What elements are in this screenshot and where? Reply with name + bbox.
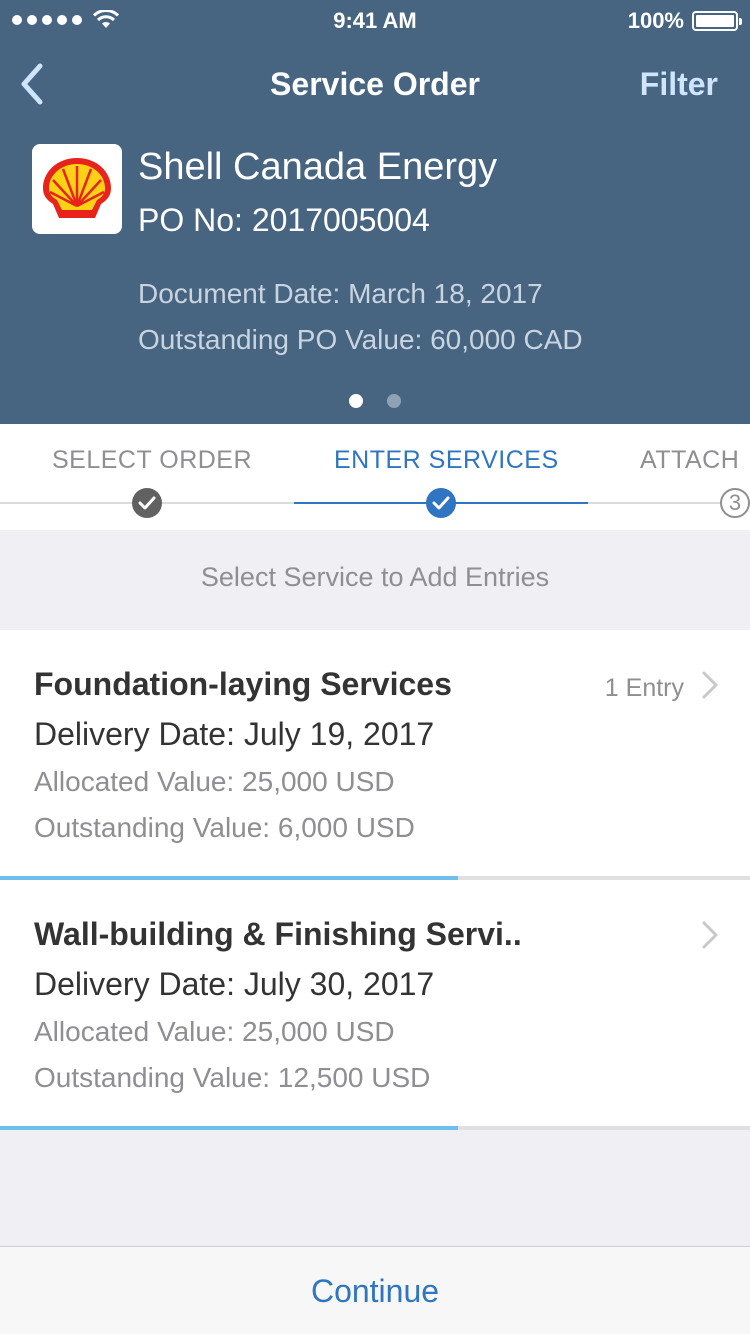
footer-bar: Continue <box>0 1246 750 1334</box>
delivery-date: Delivery Date: July 19, 2017 <box>34 716 435 752</box>
progress-fill <box>0 1126 458 1130</box>
service-item-wall-building[interactable]: Wall-building & Finishing Servi.. Delive… <box>0 880 750 1130</box>
progress-stepper: SELECT ORDER ENTER SERVICES ATTACH 3 <box>0 424 750 530</box>
step-select-order[interactable]: SELECT ORDER <box>52 446 252 475</box>
allocated-value: Allocated Value: 25,000 USD <box>34 1016 395 1047</box>
battery-status: 100% <box>627 8 742 34</box>
page-dot-active[interactable] <box>349 394 363 408</box>
company-name: Shell Canada Energy <box>138 146 498 188</box>
service-title: Foundation-laying Services <box>34 666 452 702</box>
step-3-number: 3 <box>720 488 750 518</box>
navigation-bar: Service Order Filter <box>0 54 750 114</box>
outstanding-value: Outstanding Value: 12,500 USD <box>34 1062 431 1093</box>
document-date: Document Date: March 18, 2017 <box>138 278 543 309</box>
battery-icon <box>692 11 742 31</box>
entry-count: 1 Entry <box>604 674 684 702</box>
allocated-value: Allocated Value: 25,000 USD <box>34 766 395 797</box>
progress-bar <box>0 1126 750 1130</box>
page-indicator[interactable] <box>0 394 750 408</box>
outstanding-po-value: Outstanding PO Value: 60,000 CAD <box>138 324 583 355</box>
step-1-checkmark-icon <box>132 488 162 518</box>
status-bar: 9:41 AM 100% <box>0 0 750 40</box>
page-title: Service Order <box>270 66 480 102</box>
filter-button[interactable]: Filter <box>640 66 718 103</box>
step-2-checkmark-icon <box>426 488 456 518</box>
service-item-foundation[interactable]: Foundation-laying Services 1 Entry Deliv… <box>0 630 750 880</box>
step-enter-services[interactable]: ENTER SERVICES <box>334 446 559 475</box>
step-attach[interactable]: ATTACH <box>640 446 739 475</box>
header: 9:41 AM 100% Service Order Filter Shell … <box>0 0 750 424</box>
page-dot[interactable] <box>387 394 401 408</box>
outstanding-value: Outstanding Value: 6,000 USD <box>34 812 415 843</box>
shell-logo <box>32 144 122 234</box>
battery-percent: 100% <box>627 8 684 33</box>
service-title: Wall-building & Finishing Servi.. <box>34 916 522 952</box>
chevron-right-icon <box>702 921 718 949</box>
continue-button[interactable]: Continue <box>0 1273 750 1310</box>
delivery-date: Delivery Date: July 30, 2017 <box>34 966 435 1002</box>
instruction-text: Select Service to Add Entries <box>200 562 550 592</box>
po-number: PO No: 2017005004 <box>138 202 430 238</box>
chevron-right-icon <box>702 671 718 699</box>
